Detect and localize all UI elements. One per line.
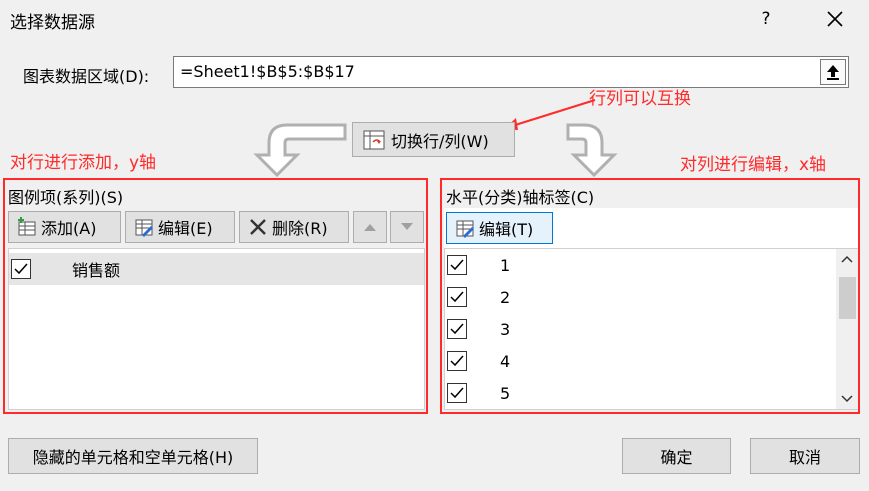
range-label: 图表数据区域(D):	[23, 67, 150, 86]
curved-arrow-left-icon	[253, 123, 347, 177]
curved-arrow-right-icon	[566, 123, 618, 177]
collapse-arrow-icon	[827, 65, 839, 80]
range-value: =Sheet1!$B$5:$B$17	[180, 62, 355, 81]
annotation-left: 对行进行添加，y轴	[10, 153, 157, 173]
help-button[interactable]: ?	[754, 6, 778, 32]
annotation-right: 对列进行编辑，x轴	[680, 155, 827, 175]
collapse-range-button[interactable]	[820, 59, 846, 85]
switch-row-column-button[interactable]: 切换行/列(W)	[352, 122, 515, 157]
cancel-button[interactable]: 取消	[750, 438, 860, 474]
annotation-swap: 行列可以互换	[589, 89, 691, 109]
ok-button[interactable]: 确定	[622, 438, 731, 474]
hidden-empty-cells-button[interactable]: 隐藏的单元格和空单元格(H)	[8, 438, 258, 474]
switch-row-column-label: 切换行/列(W)	[391, 131, 489, 151]
annotation-box-right	[440, 178, 860, 414]
annotation-box-left	[3, 178, 428, 414]
dialog-title: 选择数据源	[10, 13, 95, 33]
close-icon[interactable]	[820, 4, 850, 34]
range-input[interactable]: =Sheet1!$B$5:$B$17	[173, 56, 849, 88]
switch-table-icon	[363, 130, 385, 149]
